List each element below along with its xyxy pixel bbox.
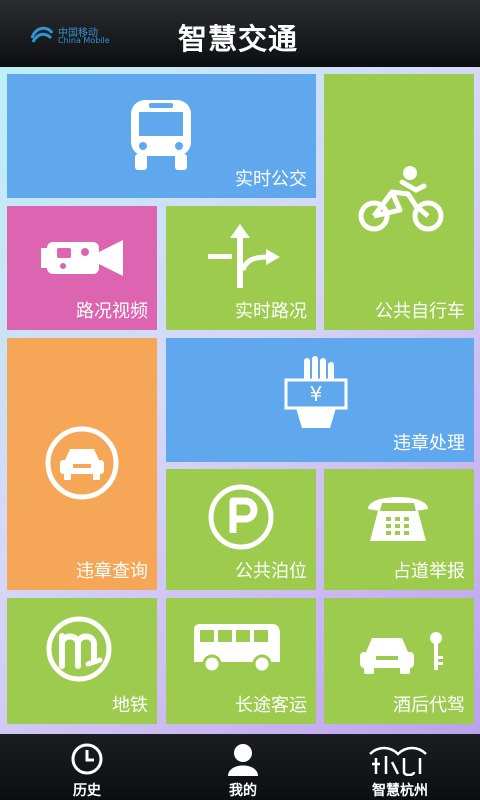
carrier-name-en: China Mobile <box>58 36 110 45</box>
tab-smart-hangzhou[interactable]: 智慧杭州 <box>320 734 480 800</box>
tab-label: 历史 <box>73 783 101 799</box>
tile-label: 占道举报 <box>393 561 465 582</box>
tile-label: 路况视频 <box>76 301 148 322</box>
coach-bus-icon <box>194 624 280 672</box>
tile-metro[interactable]: 地铁 <box>7 598 157 724</box>
parking-icon <box>208 484 274 550</box>
carrier-logo: 中国移动 China Mobile <box>30 24 140 48</box>
telephone-icon <box>368 497 428 541</box>
tile-label: 公共自行车 <box>375 301 465 322</box>
tab-label: 我的 <box>229 783 257 799</box>
tile-label: 酒后代驾 <box>393 695 465 716</box>
tile-realtime-bus[interactable]: 实时公交 <box>7 74 316 198</box>
tile-violation-handling[interactable]: ¥ 违章处理 <box>166 338 474 462</box>
tile-label: 违章查询 <box>76 561 148 582</box>
tile-label: 实时公交 <box>235 169 307 190</box>
tile-label: 长途客运 <box>235 695 307 716</box>
tab-mine[interactable]: 我的 <box>163 734 323 800</box>
tile-label: 公共泊位 <box>235 561 307 582</box>
title-bar: 中国移动 China Mobile 智慧交通 <box>0 0 480 67</box>
video-camera-icon <box>41 240 123 276</box>
bus-icon <box>131 100 191 170</box>
road-fork-icon <box>208 224 280 288</box>
tile-violation-query[interactable]: 违章查询 <box>7 338 157 590</box>
hangzhou-logo-icon <box>369 746 427 776</box>
clock-icon <box>71 743 103 775</box>
bicycle-icon <box>358 166 444 232</box>
page-title: 智慧交通 <box>178 22 299 56</box>
tile-road-report[interactable]: 占道举报 <box>324 469 474 590</box>
bottom-tab-bar: 历史 我的 智慧杭州 <box>0 734 480 800</box>
tile-label: 违章处理 <box>393 433 465 454</box>
tile-realtime-traffic[interactable]: 实时路况 <box>166 206 316 330</box>
tile-public-parking[interactable]: 公共泊位 <box>166 469 316 590</box>
china-mobile-icon <box>30 26 54 43</box>
yuan-symbol: ¥ <box>310 382 323 406</box>
tile-road-video[interactable]: 路况视频 <box>7 206 157 330</box>
tile-label: 地铁 <box>112 695 148 716</box>
tile-public-bike[interactable]: 公共自行车 <box>324 74 474 330</box>
tile-label: 实时路况 <box>235 301 307 322</box>
user-icon <box>228 744 258 776</box>
car-key-icon <box>360 632 443 674</box>
metro-logo-icon <box>46 616 112 682</box>
tab-label: 智慧杭州 <box>372 783 428 799</box>
tile-designated-driver[interactable]: 酒后代驾 <box>324 598 474 724</box>
car-circle-icon <box>45 426 119 500</box>
tab-history[interactable]: 历史 <box>7 734 167 800</box>
payment-hand-icon: ¥ <box>284 356 348 428</box>
tile-long-distance-bus[interactable]: 长途客运 <box>166 598 316 724</box>
